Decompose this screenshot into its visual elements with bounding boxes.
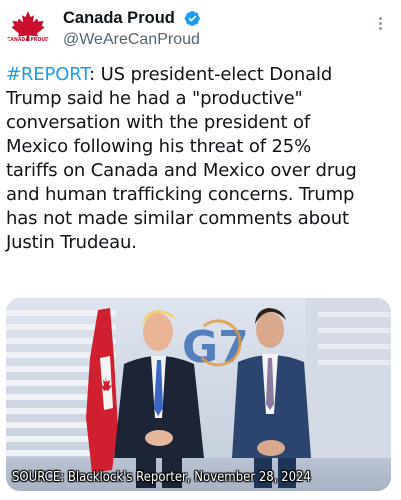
avatar-logo-text: CANADA PROUD <box>7 37 49 43</box>
tweet-line: Justin Trudeau. <box>6 232 137 253</box>
maple-leaf-icon <box>11 11 45 41</box>
tweet-line: has not made similar comments about <box>6 208 349 229</box>
tweet-card[interactable]: CANADA PROUD Canada Proud @WeAreCanProud… <box>0 0 401 500</box>
tweet-photo[interactable]: G7 SOURCE: Blacklock's Reporter, Novembe… <box>6 298 391 491</box>
account-handle[interactable]: @WeAreCanProud <box>63 31 200 49</box>
more-options-icon[interactable] <box>372 15 388 37</box>
tweet-line: Trump said he had a "productive" <box>6 88 303 109</box>
verified-badge-icon <box>184 11 200 26</box>
tweet-text: #REPORT: US president-elect Donald Trump… <box>6 63 398 255</box>
tweet-line: Mexico following his threat of 25% <box>6 136 312 157</box>
tweet-line: tariffs on Canada and Mexico over drug <box>6 160 357 181</box>
display-name[interactable]: Canada Proud <box>63 9 175 28</box>
photo-illustration: G7 <box>6 298 391 491</box>
tweet-line: conversation with the president of <box>6 112 311 133</box>
tweet-line: #REPORT: US president-elect Donald <box>6 64 333 85</box>
hashtag-link[interactable]: #REPORT <box>6 64 89 85</box>
avatar[interactable]: CANADA PROUD <box>6 8 50 52</box>
photo-caption: SOURCE: Blacklock's Reporter, November 2… <box>12 470 311 485</box>
tweet-line: and human trafficking concerns. Trump <box>6 184 355 205</box>
